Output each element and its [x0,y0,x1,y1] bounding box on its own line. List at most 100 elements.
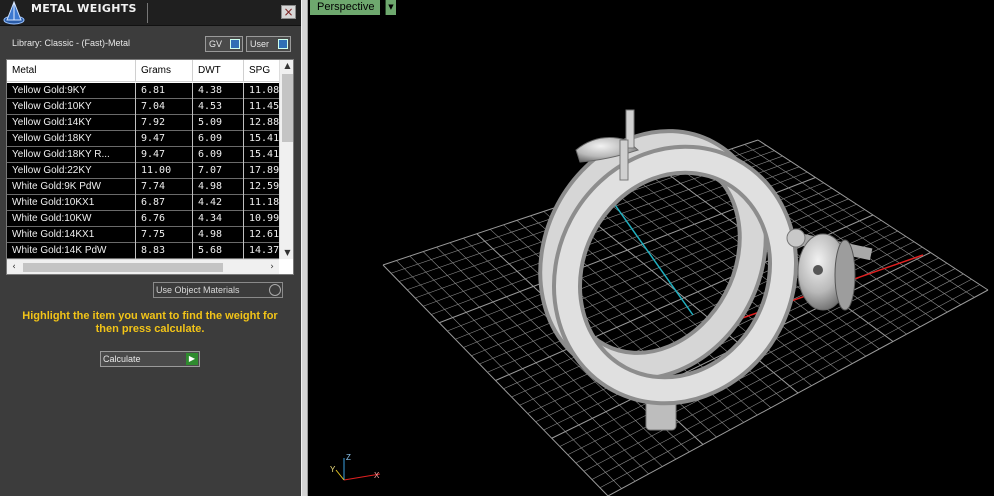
ground-grid [382,139,989,496]
close-button[interactable]: × [281,5,296,19]
dwt-cell: 4.53 [193,99,244,115]
dwt-cell: 7.07 [193,163,244,179]
vertical-scroll-thumb[interactable] [282,74,293,142]
dwt-cell: 4.98 [193,227,244,243]
scroll-up-icon[interactable]: ▲ [280,60,293,72]
grams-cell: 7.75 [136,227,193,243]
scroll-right-icon[interactable]: › [265,260,279,274]
column-header-spg[interactable]: SPG [244,60,284,82]
table-row[interactable]: White Gold:14KX1 7.75 4.98 12.61 [7,227,279,243]
column-header-grams[interactable]: Grams [136,60,193,82]
metal-weights-panel: METAL WEIGHTS × Library: Classic - (Fast… [0,0,301,496]
table-row[interactable]: White Gold:10KX1 6.87 4.42 11.18 [7,195,279,211]
spg-cell: 11.45 [244,99,279,115]
metal-cell: White Gold:10KW [7,211,136,227]
spg-cell: 10.99 [244,211,279,227]
grams-cell: 7.04 [136,99,193,115]
spg-cell: 17.89 [244,163,279,179]
gv-toggle-label: GV [209,39,223,49]
metal-cell: Yellow Gold:18KY R... [7,147,136,163]
dwt-cell: 5.09 [193,115,244,131]
spg-cell: 11.18 [244,195,279,211]
use-object-materials-toggle[interactable]: Use Object Materials [153,282,283,298]
table-header: Metal Grams DWT SPG [7,60,279,82]
horizontal-scroll-thumb[interactable] [23,263,223,272]
metal-cell: White Gold:9K PdW [7,179,136,195]
metal-cell: White Gold:10KX1 [7,195,136,211]
horizontal-scrollbar[interactable]: ‹ › [7,259,279,274]
gv-toggle[interactable]: GV [205,36,243,52]
spg-cell: 12.88 [244,115,279,131]
spg-cell: 12.61 [244,227,279,243]
table-row[interactable]: White Gold:9K PdW 7.74 4.98 12.59 [7,179,279,195]
grams-cell: 7.74 [136,179,193,195]
gizmo-y-label: Y [330,465,336,474]
user-toggle-label: User [250,39,270,49]
grams-cell: 9.47 [136,131,193,147]
instruction-text: Highlight the item you want to find the … [22,310,278,335]
axis-gizmo: X Y Z [330,453,381,481]
grams-cell: 6.87 [136,195,193,211]
column-header-dwt[interactable]: DWT [193,60,244,82]
scroll-left-icon[interactable]: ‹ [7,260,21,274]
dwt-cell: 4.98 [193,179,244,195]
metal-cell: White Gold:14K PdW [7,243,136,259]
user-toggle[interactable]: User [246,36,291,52]
panel-title: METAL WEIGHTS [31,2,137,15]
use-object-materials-label: Use Object Materials [156,285,240,295]
table-body: Yellow Gold:9KY 6.81 4.38 11.08 Yellow Gold:… [7,83,279,259]
dwt-cell: 5.68 [193,243,244,259]
panel-splitter[interactable] [301,0,308,496]
table-row[interactable]: Yellow Gold:10KY 7.04 4.53 11.45 [7,99,279,115]
dwt-cell: 4.42 [193,195,244,211]
vertical-scrollbar[interactable]: ▲ ▼ [279,60,293,259]
grams-cell: 8.83 [136,243,193,259]
calculate-button[interactable]: Calculate ▶ [100,351,200,367]
metal-cell: Yellow Gold:18KY [7,131,136,147]
spg-cell: 12.59 [244,179,279,195]
grams-cell: 7.92 [136,115,193,131]
viewport-scene: X Y Z [330,109,989,496]
spg-cell: 11.08 [244,83,279,99]
toggle-indicator-icon [278,39,288,49]
table-row[interactable]: White Gold:10KW 6.76 4.34 10.99 [7,211,279,227]
metal-cell: Yellow Gold:9KY [7,83,136,99]
play-arrow-icon: ▶ [186,353,198,365]
metal-cell: Yellow Gold:10KY [7,99,136,115]
title-divider [147,3,148,23]
gizmo-z-label: Z [346,453,351,462]
perspective-viewport[interactable]: X Y Z Perspective ▼ [308,0,994,496]
spg-cell: 15.41 [244,147,279,163]
grams-cell: 11.00 [136,163,193,179]
app-logo-icon [3,0,25,25]
grams-cell: 9.47 [136,147,193,163]
table-row[interactable]: Yellow Gold:18KY R... 9.47 6.09 15.41 [7,147,279,163]
dwt-cell: 6.09 [193,147,244,163]
library-label: Library: Classic - (Fast)-Metal [12,38,131,48]
scroll-down-icon[interactable]: ▼ [280,247,293,259]
metal-cell: Yellow Gold:14KY [7,115,136,131]
table-row[interactable]: Yellow Gold:9KY 6.81 4.38 11.08 [7,83,279,99]
grams-cell: 6.76 [136,211,193,227]
grams-cell: 6.81 [136,83,193,99]
calculate-label: Calculate [103,354,141,364]
spg-cell: 14.37 [244,243,279,259]
panel-titlebar[interactable]: METAL WEIGHTS × [0,0,301,26]
metal-table[interactable]: Metal Grams DWT SPG Yellow Gold:9KY 6.81 4… [6,59,294,275]
table-row[interactable]: Yellow Gold:18KY 9.47 6.09 15.41 [7,131,279,147]
table-row[interactable]: White Gold:14K PdW 8.83 5.68 14.37 [7,243,279,259]
table-row[interactable]: Yellow Gold:22KY 11.00 7.07 17.89 [7,163,279,179]
column-header-metal[interactable]: Metal [7,60,136,82]
spg-cell: 15.41 [244,131,279,147]
dwt-cell: 4.34 [193,211,244,227]
metal-cell: White Gold:14KX1 [7,227,136,243]
toggle-indicator-icon [230,39,240,49]
gizmo-x-label: X [374,471,380,480]
dwt-cell: 4.38 [193,83,244,99]
radio-indicator-icon [269,284,281,296]
view-label-tab[interactable]: Perspective [310,0,381,15]
dwt-cell: 6.09 [193,131,244,147]
table-row[interactable]: Yellow Gold:14KY 7.92 5.09 12.88 [7,115,279,131]
metal-cell: Yellow Gold:22KY [7,163,136,179]
chevron-down-icon[interactable]: ▼ [385,0,396,15]
